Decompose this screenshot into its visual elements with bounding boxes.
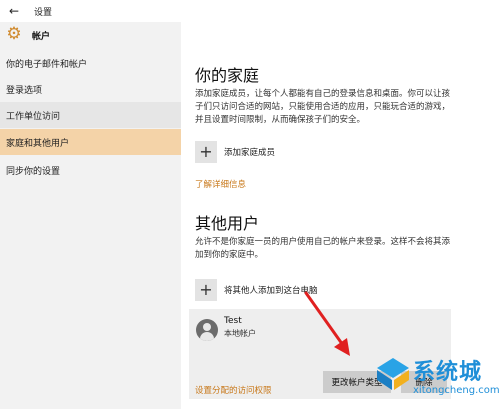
sidebar-item-sync-settings[interactable]: 同步你的设置 — [0, 157, 181, 183]
watermark-logo-icon — [377, 358, 409, 390]
add-other-user-button[interactable]: + 将其他人添加到这台电脑 — [195, 279, 318, 301]
sidebar-header-title: 帐户 — [32, 32, 51, 42]
user-name: Test — [224, 316, 242, 326]
user-avatar-icon — [196, 319, 218, 341]
add-other-user-label: 将其他人添加到这台电脑 — [224, 286, 318, 296]
gear-icon: ⚙ — [6, 24, 22, 44]
family-description: 添加家庭成员，让每个人都能有自己的登录信息和桌面。你可以让孩子们只访问合适的网站… — [195, 89, 451, 125]
add-family-member-label: 添加家庭成员 — [224, 148, 276, 158]
main-content: 你的家庭 添加家庭成员，让每个人都能有自己的登录信息和桌面。你可以让孩子们只访问… — [181, 22, 500, 409]
watermark-url: xitongcheng.com — [413, 385, 500, 396]
sidebar-header: ⚙ 帐户 — [0, 22, 181, 48]
other-users-section-title: 其他用户 — [195, 214, 260, 233]
title-bar: ← 设置 — [0, 0, 500, 22]
back-button[interactable]: ← — [0, 0, 28, 22]
learn-more-link[interactable]: 了解详细信息 — [195, 178, 246, 190]
sidebar-item-work-access[interactable]: 工作单位访问 — [0, 102, 181, 128]
add-family-member-button[interactable]: + 添加家庭成员 — [195, 141, 275, 163]
sidebar: ⚙ 帐户 你的电子邮件和帐户 登录选项 工作单位访问 家庭和其他用户 同步你的设… — [0, 22, 181, 409]
sidebar-item-family-other-users[interactable]: 家庭和其他用户 — [0, 129, 181, 155]
watermark: 系统城 xitongcheng.com — [373, 352, 500, 409]
assigned-access-link[interactable]: 设置分配的访问权限 — [195, 384, 272, 396]
plus-icon: + — [195, 279, 217, 301]
back-arrow-icon: ← — [8, 4, 20, 18]
sidebar-item-email-accounts[interactable]: 你的电子邮件和帐户 — [0, 50, 181, 76]
app-title: 设置 — [34, 8, 53, 18]
sidebar-item-signin-options[interactable]: 登录选项 — [0, 76, 181, 102]
family-section-title: 你的家庭 — [195, 66, 260, 85]
user-account-type: 本地帐户 — [224, 329, 256, 338]
watermark-text: 系统城 — [413, 360, 483, 385]
other-users-description: 允许不是你家庭一员的用户使用自己的帐户来登录。这样不会将其添加到你的家庭中。 — [195, 237, 451, 260]
plus-icon: + — [195, 141, 217, 163]
